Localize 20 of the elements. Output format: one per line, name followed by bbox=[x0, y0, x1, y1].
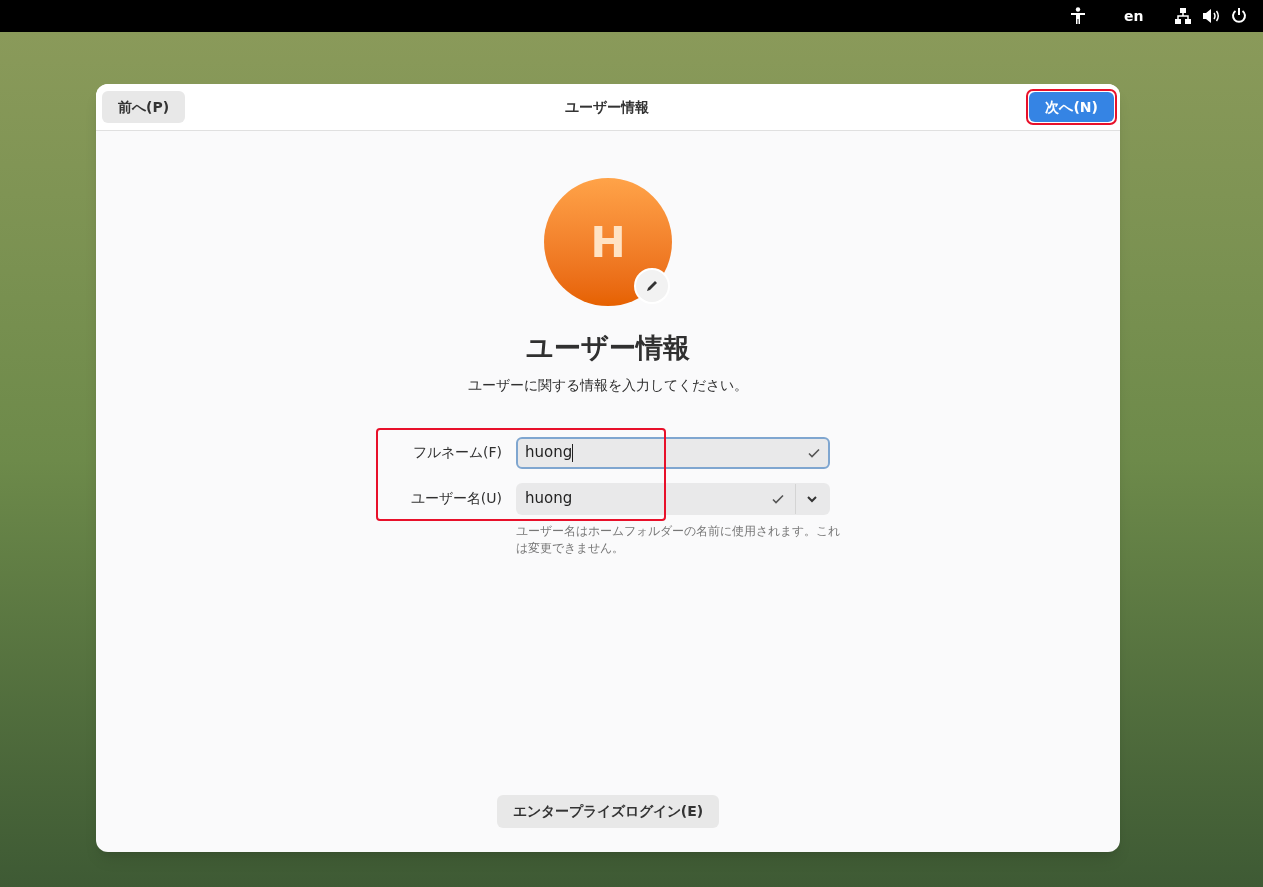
username-combo-field[interactable]: huong bbox=[516, 482, 830, 515]
next-button[interactable]: 次へ(N) bbox=[1029, 92, 1114, 122]
power-icon[interactable] bbox=[1231, 7, 1247, 24]
network-icon[interactable] bbox=[1175, 8, 1191, 24]
field-label: フルネーム(F) bbox=[412, 443, 502, 462]
edit-avatar-button[interactable] bbox=[634, 268, 670, 304]
window-title: ユーザー情報 bbox=[565, 97, 650, 117]
field-value: huong bbox=[525, 442, 575, 464]
language-indicator[interactable]: en bbox=[1124, 6, 1144, 27]
enterprise-login-button[interactable]: エンタープライズログイン(E) bbox=[496, 795, 720, 828]
pencil-icon bbox=[645, 279, 659, 293]
full-name-field[interactable]: huong bbox=[516, 436, 830, 469]
volume-icon[interactable] bbox=[1202, 8, 1220, 24]
accessibility-icon[interactable] bbox=[1070, 7, 1086, 25]
back-button[interactable]: 前へ(P) bbox=[102, 91, 186, 123]
hint-text: ユーザー名はホームフォルダーの名前に使用されます。これは変更できません。 bbox=[516, 522, 841, 557]
page-heading: ユーザー情報 bbox=[526, 331, 690, 365]
field-label: ユーザー名(U) bbox=[409, 489, 502, 508]
field-value: huong bbox=[525, 488, 574, 510]
subtitle-text: ユーザーに関する情報を入力してください。 bbox=[468, 375, 748, 395]
